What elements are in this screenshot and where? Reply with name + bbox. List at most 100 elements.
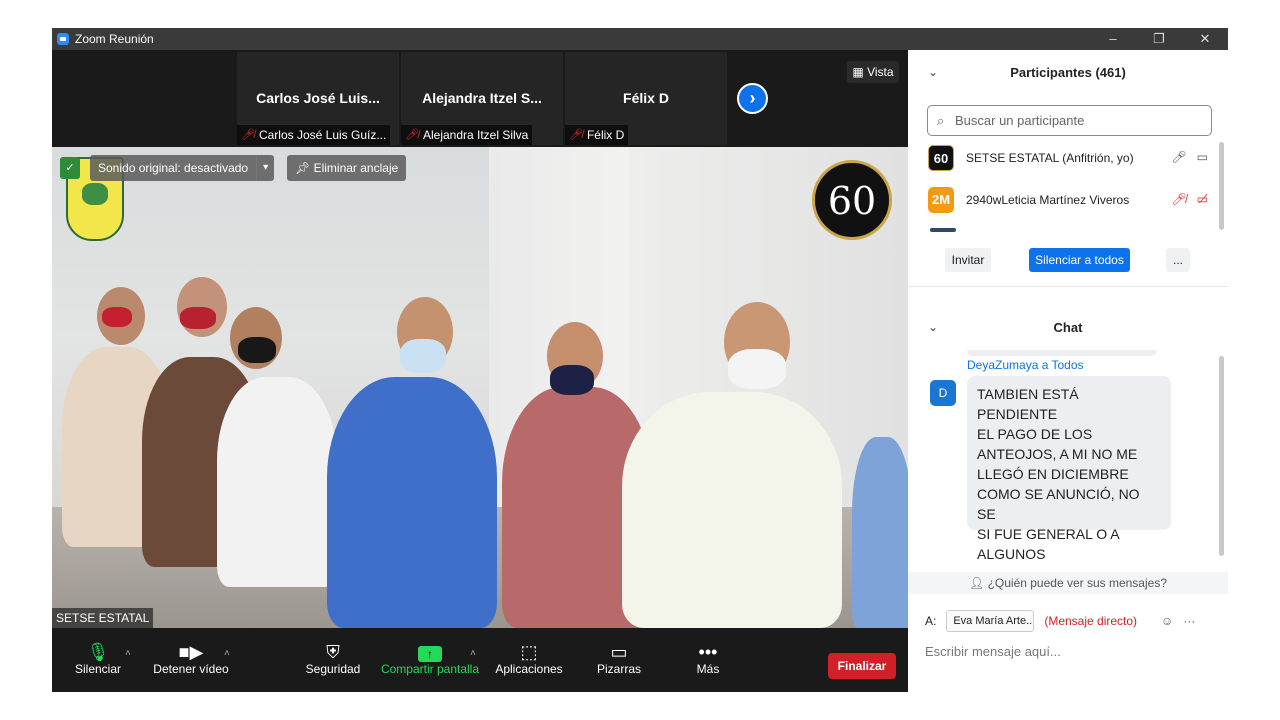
message-line: TAMBIEN ESTÁ PENDIENTE [977,386,1079,422]
unpin-button[interactable]: 📌︎ Eliminar anclaje [287,155,407,181]
muted-mic-icon[interactable]: 🎤︎̸ [1171,192,1186,206]
apps-button[interactable]: ⬚ Aplicaciones [494,628,564,692]
chevron-down-icon[interactable]: ▾ [256,155,275,181]
face-mask [400,339,446,373]
participant-row[interactable]: 60 SETSE ESTATAL (Anfitrión, yo) 🎤︎ ▭ [928,142,1208,174]
message-bubble: TAMBIEN ESTÁ PENDIENTE EL PAGO DE LOS AN… [967,376,1171,560]
video-person [217,377,337,587]
side-panel: ⌄ Participantes (461) ⌕ Buscar un partic… [908,50,1228,692]
original-sound-control[interactable]: ✓ Sonido original: desactivado ▾ [60,155,275,181]
mute-button[interactable]: 🎙︎ Silenciar [72,628,124,692]
message-line: EL PAGO DE LOS [977,426,1093,442]
recipient-select[interactable]: Eva María Arte... ⌄ [946,610,1035,632]
tile-label: Félix D [586,128,625,142]
end-meeting-button[interactable]: Finalizar [828,653,896,679]
emoji-icon[interactable]: ☺ [1161,614,1173,628]
muted-mic-icon: 🎤︎̸ [405,129,419,141]
tile-name: Félix D [623,90,669,106]
security-label: Seguridad [305,662,361,676]
stop-video-label: Detener vídeo [153,662,229,676]
participant-tile[interactable]: Carlos José Luis... 🎤︎̸ Carlos José Luis … [237,52,399,145]
window-title: Zoom Reunión [75,32,154,46]
more-dots-icon: ••• [698,642,718,662]
participants-header: ⌄ Participantes (461) [908,50,1228,94]
video-off-icon[interactable]: ▭̸ [1197,192,1208,206]
participants-title: Participantes (461) [1010,65,1126,80]
message-line: COMO SE ANUNCIÓ, NO SE [977,486,1140,522]
meeting-toolbar: 🎙︎ Silenciar ˄ ■▶ Detener vídeo ˄ ⛨ Segu… [52,628,908,692]
more-button[interactable]: ••• Más [690,628,726,692]
chat-input[interactable] [925,640,1215,662]
who-sees-label: ¿Quién puede ver sus mensajes? [987,576,1167,590]
participant-search-input[interactable]: ⌕ Buscar un participante [927,105,1212,136]
chat-scrollbar[interactable] [1219,356,1224,556]
direct-message-label: (Mensaje directo) [1044,614,1138,628]
who-can-see-messages[interactable]: 👤︎ ¿Quién puede ver sus mensajes? [908,572,1228,594]
security-button[interactable]: ⛨ Seguridad [304,628,362,692]
chevron-up-icon[interactable]: ˄ [125,648,131,659]
invite-button[interactable]: Invitar [945,248,991,272]
share-screen-icon: ↑ [380,628,480,662]
chevron-right-icon[interactable]: › [737,83,768,114]
microphone-icon[interactable]: 🎤︎ [1171,150,1186,164]
face-mask [102,307,132,327]
participants-more-button[interactable]: ... [1166,248,1190,272]
chevron-up-icon[interactable]: ˄ [470,648,476,659]
speaker-name-label: SETSE ESTATAL [52,608,154,628]
restore-button[interactable]: ❐ [1136,28,1182,50]
more-label: Más [696,662,720,676]
microphone-icon: 🎙︎ [86,642,110,662]
chat-messages: DeyaZumaya a Todos D TAMBIEN ESTÁ PENDIE… [908,350,1228,560]
gallery-strip: Carlos José Luis... 🎤︎̸ Carlos José Luis … [52,50,908,147]
chevron-up-icon[interactable]: ˄ [224,648,230,659]
chat-header: ⌄ Chat [908,316,1228,340]
face-mask [550,365,594,395]
search-placeholder: Buscar un participante [955,113,1085,128]
anniversary-number: 60 [827,179,877,223]
stop-video-button[interactable]: ■▶ Detener vídeo [150,628,232,692]
apps-icon: ⬚ [520,642,538,662]
view-label: Vista [867,65,894,79]
mute-all-button[interactable]: Silenciar a todos [1029,248,1130,272]
main-video: ✓ Sonido original: desactivado ▾ 📌︎ Elim… [52,147,908,628]
search-icon: ⌕ [937,113,945,128]
more-dots-icon[interactable]: ··· [1183,614,1195,628]
tile-name: Carlos José Luis... [256,90,380,106]
participant-row[interactable]: 2M 2940wLeticia Martínez Viveros 🎤︎̸ ▭̸ [928,184,1208,216]
face-mask [728,349,786,389]
message-line: ALGUNOS [977,546,1046,560]
video-person [622,392,842,628]
message-line: ANTEOJOS, A MI NO ME [977,446,1138,462]
participants-scrollbar[interactable] [1219,142,1224,230]
video-person [852,437,908,628]
muted-mic-icon: 🎤︎̸ [569,129,583,141]
view-button[interactable]: ▦ Vista [847,61,899,83]
original-sound-label[interactable]: Sonido original: desactivado [90,155,257,181]
participant-tile[interactable]: Alejandra Itzel S... 🎤︎̸ Alejandra Itzel … [401,52,563,145]
share-screen-button[interactable]: ↑ Compartir pantalla [380,628,480,692]
zoom-window: Zoom Reunión – ❐ ✕ Carlos José Luis... 🎤… [52,28,1228,692]
divider [908,286,1228,287]
chat-title: Chat [1053,320,1083,335]
video-camera-icon: ■▶ [178,642,204,662]
tile-name: Alejandra Itzel S... [422,90,542,106]
whiteboards-button[interactable]: ▭ Pizarras [595,628,643,692]
recipient-row: A: Eva María Arte... ⌄ (Mensaje directo)… [925,608,1225,634]
anniversary-60-logo: 60 [812,160,892,240]
recipient-value: Eva María Arte... [953,615,1035,627]
participant-tile[interactable]: Félix D 🎤︎̸ Félix D [565,52,727,145]
avatar: 2M [928,187,954,213]
message-sender: DeyaZumaya a Todos [967,358,1084,372]
participant-name: 2940wLeticia Martínez Viveros [966,193,1130,207]
message-line: SI FUE GENERAL O A [977,526,1120,542]
to-label: A: [925,614,937,628]
video-area: Carlos José Luis... 🎤︎̸ Carlos José Luis … [52,50,908,628]
participant-row-partial [930,228,956,232]
minimize-button[interactable]: – [1090,28,1136,50]
close-button[interactable]: ✕ [1182,28,1228,50]
participant-actions: Invitar Silenciar a todos ... [908,248,1228,272]
video-camera-icon[interactable]: ▭ [1197,150,1208,164]
zoom-logo-icon [57,33,69,45]
video-person [327,377,497,628]
tile-label: Alejandra Itzel Silva [422,128,529,142]
